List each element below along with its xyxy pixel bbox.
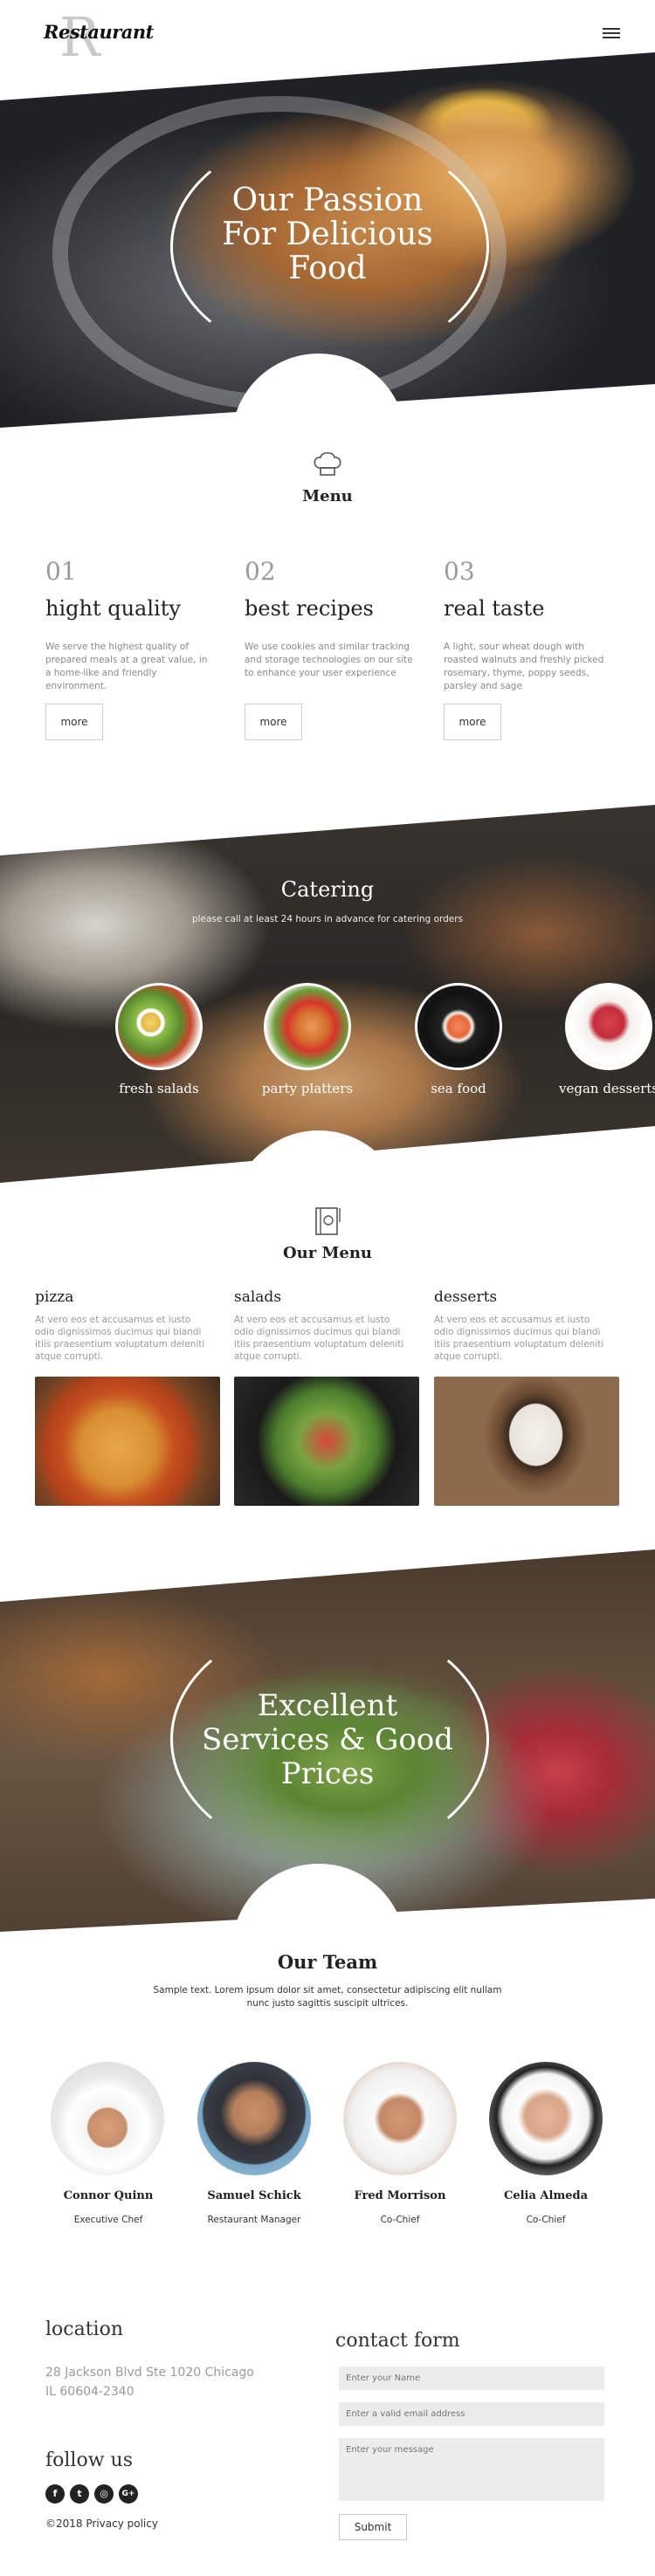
desserts-heading: desserts	[434, 1288, 498, 1306]
logo[interactable]: R Restaurant	[44, 10, 154, 65]
sea-food-label: sea food	[431, 1081, 486, 1096]
team-name-connor-quinn: Connor Quinn	[63, 2189, 154, 2202]
avatar-celia-almeda	[489, 2062, 603, 2175]
menu-col-2-more-button[interactable]: more	[245, 704, 302, 740]
menu-book-icon	[315, 1207, 341, 1235]
facebook-icon[interactable]: f	[45, 2484, 65, 2504]
team-name-celia-almeda: Celia Almeda	[503, 2189, 588, 2202]
menu-col-3-text: A light, sour wheat dough with roasted w…	[444, 642, 604, 691]
vegan-desserts-dish[interactable]	[565, 983, 652, 1070]
address-line-2: IL 60604-2340	[45, 2385, 134, 2399]
copyright[interactable]: ©2018 Privacy policy	[45, 2518, 158, 2530]
email-input[interactable]	[339, 2402, 604, 2426]
fresh-salads-label: fresh salads	[119, 1081, 199, 1096]
menu-col-3-more-button[interactable]: more	[444, 704, 501, 740]
menu-col-1-more-button[interactable]: more	[45, 704, 103, 740]
submit-button[interactable]: Submit	[339, 2514, 407, 2540]
menu-col-2-number: 02	[245, 557, 276, 586]
team-name-fred-morrison: Fred Morrison	[354, 2189, 446, 2202]
vegan-desserts-label: vegan desserts	[559, 1081, 655, 1096]
team-name-samuel-schick: Samuel Schick	[207, 2189, 301, 2202]
menu-title: Menu	[302, 487, 353, 505]
menu-col-2-text: We use cookies and similar tracking and …	[245, 642, 413, 678]
desserts-photo	[434, 1377, 619, 1506]
catering-subtitle: please call at least 24 hours in advance…	[191, 914, 464, 924]
team-role-fred-morrison: Co-Chief	[380, 2215, 420, 2225]
logo-text: Restaurant	[44, 21, 154, 43]
catering-title: Catering	[280, 877, 375, 902]
menu-col-1-text: We serve the highest quality of prepared…	[45, 642, 208, 691]
party-platters-dish[interactable]	[264, 983, 351, 1070]
services-title: Excellent Services & Good Prices	[201, 1688, 454, 1791]
team-role-samuel-schick: Restaurant Manager	[207, 2215, 301, 2225]
menu-col-3-number: 03	[444, 557, 475, 586]
team-role-celia-almeda: Co-Chief	[526, 2215, 566, 2225]
our-menu-title: Our Menu	[282, 1244, 373, 1262]
location-title: location	[45, 2318, 124, 2340]
pizza-text: At vero eos et accusamus et iusto odio d…	[35, 1315, 205, 1362]
menu-col-3-heading: real taste	[444, 596, 545, 621]
instagram-icon[interactable]: ◎	[94, 2484, 114, 2504]
twitter-icon[interactable]: t	[70, 2484, 89, 2504]
chef-hat-icon	[314, 451, 341, 476]
avatar-samuel-schick	[197, 2062, 311, 2175]
team-text: Sample text. Lorem ipsum dolor sit amet,…	[153, 1985, 502, 2009]
pizza-heading: pizza	[35, 1288, 74, 1306]
salads-photo	[234, 1377, 419, 1506]
hamburger-menu-icon[interactable]	[603, 28, 620, 40]
follow-us-title: follow us	[45, 2449, 133, 2471]
salads-text: At vero eos et accusamus et iusto odio d…	[234, 1315, 404, 1362]
menu-col-1-heading: hight quality	[45, 596, 181, 621]
message-textarea[interactable]	[339, 2438, 604, 2501]
menu-col-1-number: 01	[45, 557, 77, 586]
team-title: Our Team	[277, 1951, 378, 1973]
menu-col-2-heading: best recipes	[245, 596, 374, 621]
avatar-fred-morrison	[343, 2062, 457, 2175]
desserts-text: At vero eos et accusamus et iusto odio d…	[434, 1315, 604, 1362]
salads-heading: salads	[234, 1288, 282, 1306]
pizza-photo	[35, 1377, 220, 1506]
sea-food-dish[interactable]	[415, 983, 502, 1070]
fresh-salads-dish[interactable]	[115, 983, 203, 1070]
contact-form-title: contact form	[335, 2330, 460, 2352]
avatar-connor-quinn	[51, 2062, 164, 2175]
hero-title: Our Passion For Delicious Food	[222, 182, 433, 286]
address-line-1: 28 Jackson Blvd Ste 1020 Chicago	[45, 2366, 254, 2380]
party-platters-label: party platters	[261, 1081, 354, 1096]
google-plus-icon[interactable]: G+	[119, 2484, 138, 2504]
team-role-connor-quinn: Executive Chef	[73, 2215, 143, 2225]
name-input[interactable]	[339, 2366, 604, 2390]
